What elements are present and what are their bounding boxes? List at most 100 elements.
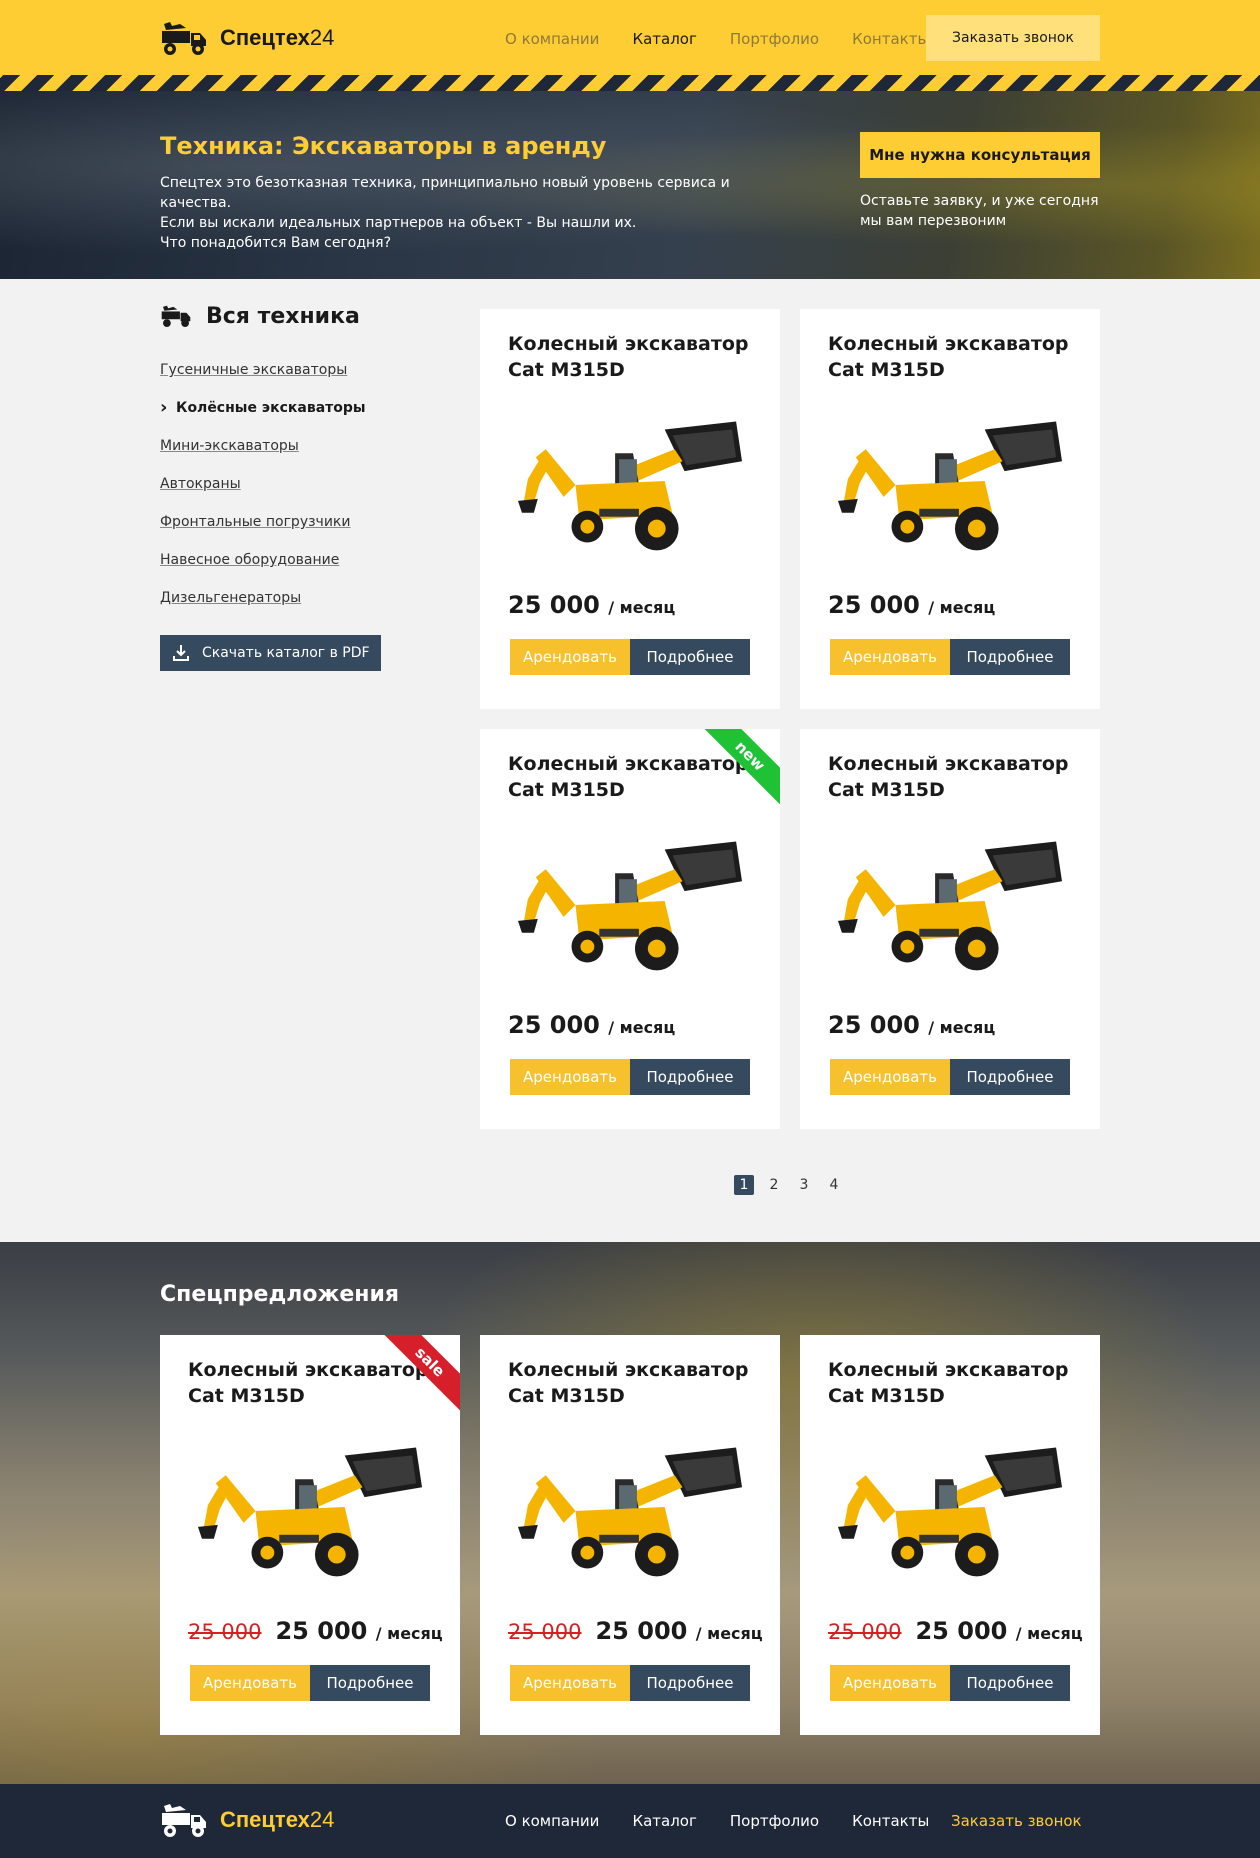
price-value: 25 000: [915, 1617, 1008, 1645]
details-button[interactable]: Подробнее: [630, 1059, 750, 1095]
page-link[interactable]: 4: [824, 1175, 844, 1195]
details-button[interactable]: Подробнее: [950, 1059, 1070, 1095]
product-price: 25 000 / месяц: [828, 1011, 995, 1039]
details-button[interactable]: Подробнее: [950, 1665, 1070, 1701]
category-link-active[interactable]: Колёсные экскаваторы: [176, 400, 366, 416]
product-title-line: Колесный экскаватор: [188, 1359, 429, 1381]
rent-button[interactable]: Арендовать: [830, 1059, 950, 1095]
hazard-stripe: [0, 75, 1260, 91]
nav-catalog[interactable]: Каталог: [632, 30, 696, 48]
footer-nav-about[interactable]: О компании: [505, 1812, 599, 1830]
dump-truck-icon: [161, 305, 191, 328]
dump-truck-icon: [162, 1804, 206, 1837]
category-item[interactable]: Мини-экскаваторы: [160, 438, 366, 476]
footer-logo[interactable]: Спецтех24: [160, 1800, 334, 1840]
page-link[interactable]: 3: [794, 1175, 814, 1195]
nav-contacts[interactable]: Контакты: [852, 30, 929, 48]
footer-nav-portfolio[interactable]: Портфолио: [730, 1812, 819, 1830]
category-link[interactable]: Гусеничные экскаваторы: [160, 362, 347, 378]
nav-portfolio[interactable]: Портфолио: [730, 30, 819, 48]
rent-button[interactable]: Арендовать: [510, 639, 630, 675]
footer-nav-catalog[interactable]: Каталог: [632, 1812, 696, 1830]
product-price: 25 000 / месяц: [508, 1011, 675, 1039]
excavator-image[interactable]: [836, 409, 1064, 559]
product-model: Cat M315D: [828, 1385, 945, 1407]
details-button[interactable]: Подробнее: [950, 639, 1070, 675]
excavator-image[interactable]: [836, 829, 1064, 979]
price-value: 25 000: [508, 591, 600, 619]
hero-note: Оставьте заявку, и уже сегодня мы вам пе…: [860, 191, 1100, 231]
sidebar-title: Вся техника: [160, 303, 360, 329]
footer-call-link[interactable]: Заказать звонок: [951, 1812, 1082, 1830]
call-request-button[interactable]: Заказать звонок: [926, 15, 1100, 61]
category-item[interactable]: Дизельгенераторы: [160, 590, 366, 628]
product-price: 25 000 25 000 / месяц: [828, 1617, 1083, 1645]
details-button[interactable]: Подробнее: [310, 1665, 430, 1701]
price-unit: / месяц: [375, 1624, 443, 1643]
product-model: Cat M315D: [508, 1385, 625, 1407]
brand-name: Спецтех: [220, 1807, 310, 1832]
category-link[interactable]: Мини-экскаваторы: [160, 438, 299, 454]
category-item[interactable]: Гусеничные экскаваторы: [160, 362, 366, 400]
category-link[interactable]: Автокраны: [160, 476, 241, 492]
category-item-active[interactable]: Колёсные экскаваторы: [160, 397, 366, 438]
brand-name: Спецтех: [220, 25, 310, 50]
category-link[interactable]: Фронтальные погрузчики: [160, 514, 350, 530]
hero-line: Спецтех это безотказная техника, принцип…: [160, 175, 730, 211]
page-link-current[interactable]: 1: [734, 1175, 754, 1195]
product-title-line: Колесный экскаватор: [828, 333, 1069, 355]
rent-button[interactable]: Арендовать: [510, 1665, 630, 1701]
hero-banner: Техника: Экскаваторы в аренду Спецтех эт…: [0, 91, 1260, 279]
excavator-image[interactable]: [196, 1435, 424, 1585]
category-link[interactable]: Навесное оборудование: [160, 552, 339, 568]
rent-button[interactable]: Арендовать: [830, 639, 950, 675]
category-item[interactable]: Фронтальные погрузчики: [160, 514, 366, 552]
price-value: 25 000: [275, 1617, 368, 1645]
hero-description: Спецтех это безотказная техника, принцип…: [160, 173, 780, 253]
consultation-button[interactable]: Мне нужна консультация: [860, 132, 1100, 178]
price-value: 25 000: [595, 1617, 688, 1645]
product-title: Колесный экскаватор Cat M315D: [508, 1357, 758, 1409]
rent-button[interactable]: Арендовать: [830, 1665, 950, 1701]
excavator-image[interactable]: [516, 409, 744, 559]
price-unit: / месяц: [1015, 1624, 1083, 1643]
details-button[interactable]: Подробнее: [630, 639, 750, 675]
product-title: Колесный экскаватор Cat M315D: [508, 331, 758, 383]
nav-about[interactable]: О компании: [505, 30, 599, 48]
page-link[interactable]: 2: [764, 1175, 784, 1195]
price-unit: / месяц: [608, 598, 676, 617]
hero-title: Техника: Экскаваторы в аренду: [160, 132, 607, 160]
excavator-image[interactable]: [516, 829, 744, 979]
price-unit: / месяц: [928, 1018, 996, 1037]
product-price: 25 000 / месяц: [828, 591, 995, 619]
category-item[interactable]: Навесное оборудование: [160, 552, 366, 590]
details-button[interactable]: Подробнее: [630, 1665, 750, 1701]
category-link[interactable]: Дизельгенераторы: [160, 590, 301, 606]
price-value: 25 000: [508, 1011, 600, 1039]
product-title: Колесный экскаватор Cat M315D: [828, 331, 1078, 383]
product-card: Колесный экскаватор Cat M315D 25 000 / ме…: [800, 309, 1100, 709]
product-card: Колесный экскаватор Cat M315D new 25 000 …: [480, 729, 780, 1129]
product-model: Cat M315D: [508, 359, 625, 381]
brand-suffix: 24: [309, 1807, 335, 1832]
old-price: 25 000: [828, 1620, 902, 1644]
product-model: Cat M315D: [508, 779, 625, 801]
hero-line: Что понадобится Вам сегодня?: [160, 235, 392, 251]
download-pdf-label: Скачать каталог в PDF: [202, 645, 370, 661]
excavator-image[interactable]: [836, 1435, 1064, 1585]
hero-line: Если вы искали идеальных партнеров на об…: [160, 215, 637, 231]
logo[interactable]: Спецтех24: [160, 18, 334, 58]
product-model: Cat M315D: [188, 1385, 305, 1407]
rent-button[interactable]: Арендовать: [190, 1665, 310, 1701]
category-list: Гусеничные экскаваторы Колёсные экскават…: [160, 362, 366, 628]
old-price: 25 000: [188, 1620, 262, 1644]
sidebar-title-text: Вся техника: [206, 303, 360, 329]
download-pdf-button[interactable]: Скачать каталог в PDF: [160, 635, 381, 671]
excavator-image[interactable]: [516, 1435, 744, 1585]
pagination: 1 2 3 4: [734, 1175, 844, 1195]
rent-button[interactable]: Арендовать: [510, 1059, 630, 1095]
brand-suffix: 24: [309, 25, 335, 50]
category-item[interactable]: Автокраны: [160, 476, 366, 514]
footer-nav-contacts[interactable]: Контакты: [852, 1812, 929, 1830]
download-icon: [173, 645, 189, 661]
